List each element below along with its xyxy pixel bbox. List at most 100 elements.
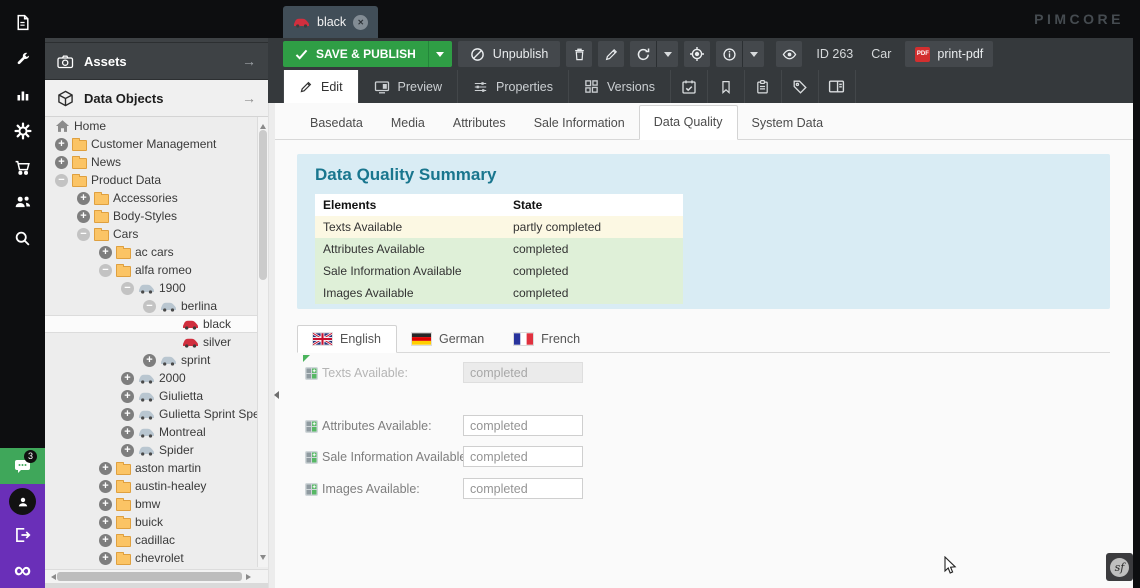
bookmark-button[interactable] xyxy=(708,70,745,103)
tab-versions[interactable]: Versions xyxy=(569,70,671,103)
customers-rail-icon[interactable] xyxy=(0,184,45,220)
tree-item[interactable]: Customer Management xyxy=(45,135,268,153)
delete-button[interactable] xyxy=(566,41,592,67)
tree-item[interactable]: aston martin xyxy=(45,459,268,477)
collapse-icon[interactable] xyxy=(143,300,156,313)
expand-icon[interactable] xyxy=(99,246,112,259)
subtab-system-data[interactable]: System Data xyxy=(738,107,838,140)
subtab-data-quality[interactable]: Data Quality xyxy=(639,105,738,140)
tree-item[interactable]: Spider xyxy=(45,441,268,459)
symfony-debug-badge[interactable] xyxy=(1106,553,1133,581)
tree-item[interactable]: Product Data xyxy=(45,171,268,189)
tree-item[interactable]: silver xyxy=(45,333,268,351)
expand-icon[interactable] xyxy=(121,372,134,385)
expand-icon[interactable] xyxy=(121,426,134,439)
user-avatar-button[interactable] xyxy=(9,488,36,515)
tree-item[interactable]: buick xyxy=(45,513,268,531)
save-options-caret[interactable] xyxy=(428,41,452,67)
tags-button[interactable] xyxy=(782,70,819,103)
tab-preview[interactable]: Preview xyxy=(359,70,458,103)
tree-item[interactable]: sprint xyxy=(45,351,268,369)
tree-item[interactable]: News xyxy=(45,153,268,171)
ecommerce-rail-icon[interactable] xyxy=(0,149,45,185)
expand-icon[interactable] xyxy=(77,210,90,223)
tree-item[interactable]: austin-healey xyxy=(45,477,268,495)
scroll-right-icon[interactable] xyxy=(246,574,254,580)
subtab-basedata[interactable]: Basedata xyxy=(296,107,377,140)
scroll-thumb[interactable] xyxy=(57,572,242,581)
expand-icon[interactable] xyxy=(77,192,90,205)
expand-icon[interactable] xyxy=(55,156,68,169)
info-icon[interactable] xyxy=(716,41,742,67)
tree-item[interactable]: ac cars xyxy=(45,243,268,261)
notes-button[interactable] xyxy=(745,70,782,103)
collapse-icon[interactable] xyxy=(55,174,68,187)
expand-icon[interactable] xyxy=(121,444,134,457)
tree-horizontal-scrollbar[interactable] xyxy=(45,569,268,583)
expand-icon[interactable] xyxy=(99,534,112,547)
tree-item[interactable]: berlina xyxy=(45,297,268,315)
expand-icon[interactable] xyxy=(99,498,112,511)
expand-icon[interactable] xyxy=(55,138,68,151)
logout-button[interactable] xyxy=(13,526,31,544)
tree-item[interactable]: Accessories xyxy=(45,189,268,207)
dependencies-button[interactable] xyxy=(819,70,856,103)
expand-icon[interactable] xyxy=(99,516,112,529)
collapse-icon[interactable] xyxy=(77,228,90,241)
language-tab-german[interactable]: German xyxy=(397,325,499,352)
scroll-down-icon[interactable] xyxy=(260,555,266,563)
tree-item[interactable]: alfa romeo xyxy=(45,261,268,279)
reload-split-button[interactable] xyxy=(630,41,678,67)
collapse-panel-icon[interactable] xyxy=(270,391,279,399)
collapse-icon[interactable] xyxy=(121,282,134,295)
tree-item[interactable]: Giulietta xyxy=(45,387,268,405)
pimcore-infinity-logo[interactable] xyxy=(0,556,45,586)
print-pdf-button[interactable]: print-pdf xyxy=(905,41,993,67)
notifications-button[interactable] xyxy=(0,448,45,484)
language-tab-english[interactable]: English xyxy=(297,325,397,353)
accordion-data-objects[interactable]: Data Objects xyxy=(45,80,268,117)
expand-icon[interactable] xyxy=(143,354,156,367)
attributes-available-input[interactable] xyxy=(463,415,583,436)
subtab-attributes[interactable]: Attributes xyxy=(439,107,520,140)
panel-splitter[interactable] xyxy=(268,103,275,588)
tree-item[interactable]: Body-Styles xyxy=(45,207,268,225)
tree-item[interactable]: bmw xyxy=(45,495,268,513)
tree-item-selected[interactable]: black xyxy=(45,315,268,333)
schedule-button[interactable] xyxy=(671,70,708,103)
language-tab-french[interactable]: French xyxy=(499,325,595,352)
expand-icon[interactable] xyxy=(99,462,112,475)
subtab-media[interactable]: Media xyxy=(377,107,439,140)
tree-item[interactable]: cadillac xyxy=(45,531,268,549)
documents-rail-icon[interactable] xyxy=(0,4,45,40)
expand-icon[interactable] xyxy=(99,552,112,565)
info-split-button[interactable] xyxy=(716,41,764,67)
tree-item-home[interactable]: Home xyxy=(45,117,268,135)
tools-rail-icon[interactable] xyxy=(0,41,45,77)
tree-item[interactable]: Gulietta Sprint Specia xyxy=(45,405,268,423)
reports-rail-icon[interactable] xyxy=(0,77,45,113)
save-publish-button[interactable]: SAVE & PUBLISH xyxy=(283,41,428,67)
reload-icon[interactable] xyxy=(630,41,656,67)
images-available-input[interactable] xyxy=(463,478,583,499)
tab-edit[interactable]: Edit xyxy=(283,70,359,103)
reload-caret[interactable] xyxy=(656,41,678,67)
tree-item[interactable]: Montreal xyxy=(45,423,268,441)
expand-icon[interactable] xyxy=(121,390,134,403)
preview-eye-button[interactable] xyxy=(776,41,802,67)
open-object-tab[interactable]: black xyxy=(283,6,378,38)
tree-item[interactable]: chevrolet xyxy=(45,549,268,567)
tab-properties[interactable]: Properties xyxy=(458,70,569,103)
settings-rail-icon[interactable] xyxy=(0,113,45,149)
accordion-assets[interactable]: Assets xyxy=(45,43,268,80)
expand-icon[interactable] xyxy=(121,408,134,421)
tree-vertical-scrollbar[interactable] xyxy=(257,117,268,567)
scroll-thumb[interactable] xyxy=(259,130,267,280)
locate-in-tree-button[interactable] xyxy=(684,41,710,67)
texts-available-input[interactable] xyxy=(463,362,583,383)
collapse-icon[interactable] xyxy=(99,264,112,277)
scroll-left-icon[interactable] xyxy=(48,574,56,580)
search-rail-icon[interactable] xyxy=(0,220,45,256)
tree-item[interactable]: Cars xyxy=(45,225,268,243)
rename-button[interactable] xyxy=(598,41,624,67)
